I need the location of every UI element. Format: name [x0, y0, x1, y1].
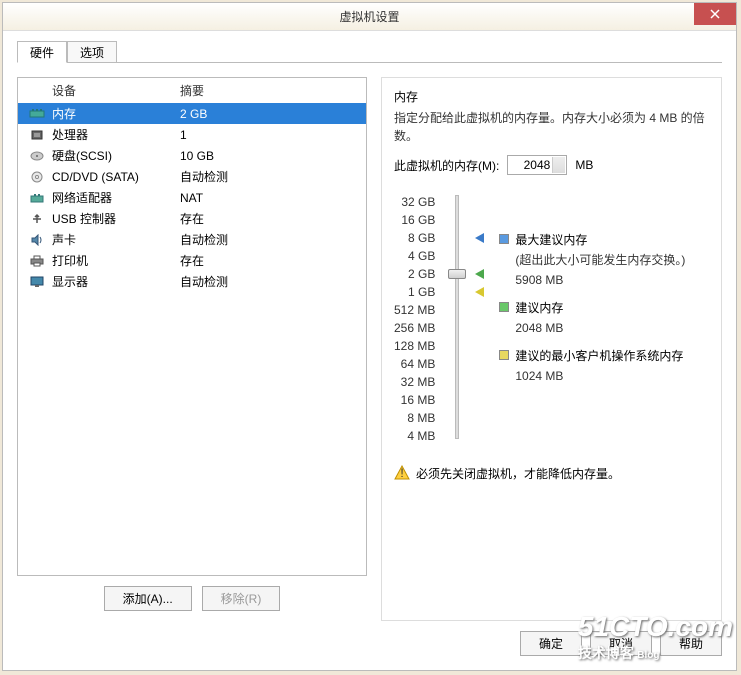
device-name: 内存 — [52, 105, 180, 122]
printer-icon — [28, 254, 46, 268]
sound-icon — [28, 233, 46, 247]
memory-desc: 指定分配给此虚拟机的内存量。内存大小必须为 4 MB 的倍数。 — [394, 109, 709, 145]
tab-options[interactable]: 选项 — [67, 41, 117, 63]
column-summary: 摘要 — [180, 82, 204, 99]
device-name: 打印机 — [52, 252, 180, 269]
slider-tick: 32 GB — [401, 193, 439, 211]
remove-button[interactable]: 移除(R) — [202, 586, 281, 611]
marker-max-icon — [475, 233, 484, 243]
device-summary: 自动检测 — [180, 231, 228, 248]
device-list: 设备 摘要 内存2 GB处理器1硬盘(SCSI)10 GBCD/DVD (SAT… — [17, 77, 367, 576]
device-row-memory[interactable]: 内存2 GB — [18, 103, 366, 124]
add-button[interactable]: 添加(A)... — [104, 586, 192, 611]
device-summary: 自动检测 — [180, 273, 228, 290]
legend-rec: 建议内存 — [515, 299, 563, 317]
slider-tick: 32 MB — [401, 373, 440, 391]
column-device: 设备 — [52, 82, 180, 99]
device-name: 网络适配器 — [52, 189, 180, 206]
window-title: 虚拟机设置 — [339, 8, 399, 25]
device-list-header: 设备 摘要 — [18, 78, 366, 103]
device-summary: NAT — [180, 191, 203, 205]
slider-tick: 64 MB — [401, 355, 440, 373]
usb-icon — [28, 212, 46, 226]
device-name: 硬盘(SCSI) — [52, 147, 180, 164]
slider-markers — [475, 193, 493, 445]
slider-tick: 8 GB — [408, 229, 439, 247]
cd-icon — [28, 170, 46, 184]
tab-hardware[interactable]: 硬件 — [17, 41, 67, 63]
legend-min: 建议的最小客户机操作系统内存 — [515, 347, 683, 365]
memory-label: 此虚拟机的内存(M): — [394, 157, 499, 174]
svg-text:!: ! — [400, 466, 403, 480]
device-row-cpu[interactable]: 处理器1 — [18, 124, 366, 145]
watermark: 51CTO.com 技术博客 Blog — [578, 611, 733, 663]
device-name: CD/DVD (SATA) — [52, 170, 180, 184]
slider-tick: 128 MB — [394, 337, 439, 355]
slider-thumb[interactable] — [448, 269, 466, 279]
memory-input[interactable] — [507, 155, 567, 175]
slider-ticks: 32 GB16 GB8 GB4 GB2 GB1 GB512 MB256 MB12… — [394, 193, 439, 445]
close-icon — [710, 9, 720, 19]
device-summary: 自动检测 — [180, 168, 228, 185]
legend-rec-icon — [499, 302, 509, 312]
memory-panel: 内存 指定分配给此虚拟机的内存量。内存大小必须为 4 MB 的倍数。 此虚拟机的… — [381, 77, 722, 621]
device-name: 显示器 — [52, 273, 180, 290]
ok-button[interactable]: 确定 — [520, 631, 582, 656]
marker-min-icon — [475, 287, 484, 297]
legend-max-note: (超出此大小可能发生内存交换。) — [515, 251, 709, 269]
device-summary: 1 — [180, 128, 187, 142]
legend-min-val: 1024 MB — [515, 367, 709, 385]
slider-tick: 16 GB — [401, 211, 439, 229]
device-row-usb[interactable]: USB 控制器存在 — [18, 208, 366, 229]
slider-tick: 16 MB — [401, 391, 440, 409]
device-summary: 存在 — [180, 210, 204, 227]
net-icon — [28, 191, 46, 205]
warning-text: 必须先关闭虚拟机，才能降低内存量。 — [416, 465, 620, 482]
display-icon — [28, 275, 46, 289]
device-summary: 10 GB — [180, 149, 214, 163]
legend-max-icon — [499, 234, 509, 244]
device-row-sound[interactable]: 声卡自动检测 — [18, 229, 366, 250]
device-row-disk[interactable]: 硬盘(SCSI)10 GB — [18, 145, 366, 166]
legend-max-val: 5908 MB — [515, 271, 709, 289]
titlebar: 虚拟机设置 — [3, 3, 736, 31]
disk-icon — [28, 149, 46, 163]
cpu-icon — [28, 128, 46, 142]
device-name: 声卡 — [52, 231, 180, 248]
memory-unit: MB — [575, 158, 593, 172]
slider-tick: 2 GB — [408, 265, 439, 283]
slider-tick: 1 GB — [408, 283, 439, 301]
device-row-display[interactable]: 显示器自动检测 — [18, 271, 366, 292]
legend-max: 最大建议内存 — [515, 231, 587, 249]
marker-recommended-icon — [475, 269, 484, 279]
device-row-printer[interactable]: 打印机存在 — [18, 250, 366, 271]
device-summary: 存在 — [180, 252, 204, 269]
slider-tick: 512 MB — [394, 301, 439, 319]
memory-title: 内存 — [394, 88, 709, 105]
slider-tick: 4 MB — [407, 427, 439, 445]
device-row-net[interactable]: 网络适配器NAT — [18, 187, 366, 208]
memory-slider[interactable] — [445, 193, 469, 445]
slider-tick: 256 MB — [394, 319, 439, 337]
warning-icon: ! — [394, 465, 410, 481]
device-name: USB 控制器 — [52, 210, 180, 227]
legend-min-icon — [499, 350, 509, 360]
device-name: 处理器 — [52, 126, 180, 143]
memory-icon — [28, 107, 46, 121]
legend-rec-val: 2048 MB — [515, 319, 709, 337]
slider-tick: 4 GB — [408, 247, 439, 265]
slider-tick: 8 MB — [407, 409, 439, 427]
close-button[interactable] — [694, 3, 736, 25]
device-summary: 2 GB — [180, 107, 207, 121]
device-row-cd[interactable]: CD/DVD (SATA)自动检测 — [18, 166, 366, 187]
tab-bar: 硬件 选项 — [17, 41, 722, 63]
